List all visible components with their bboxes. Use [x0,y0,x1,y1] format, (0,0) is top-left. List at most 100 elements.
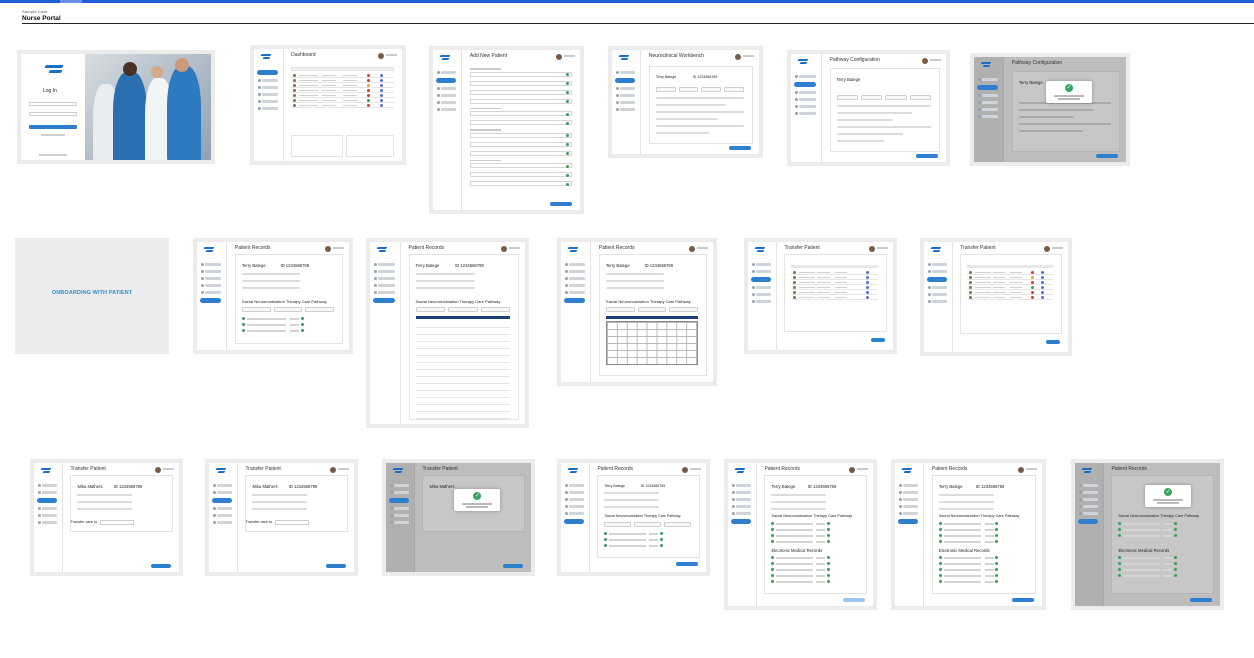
nav-item[interactable] [752,293,771,296]
form-field[interactable] [469,98,572,104]
nav-item[interactable] [977,101,999,104]
nav-item[interactable] [374,277,395,280]
form-field[interactable] [469,80,572,86]
tab[interactable] [836,95,858,100]
table-row[interactable] [791,295,878,300]
save-pathway-button[interactable] [1096,154,1118,158]
list-item[interactable] [938,568,1027,571]
list-item[interactable] [604,532,691,535]
form-field[interactable] [469,71,572,77]
nav-item[interactable] [200,263,222,266]
nav-item[interactable] [898,512,919,515]
nav-item[interactable] [436,94,457,97]
nav-item[interactable] [200,291,222,294]
transfer-button[interactable] [151,564,171,568]
nav-item[interactable] [731,519,751,524]
form-field[interactable] [469,163,572,169]
form-field[interactable] [469,89,572,95]
list-item[interactable] [938,562,1027,565]
tab[interactable] [241,307,271,312]
list-item[interactable] [241,329,334,332]
avatar[interactable] [155,467,161,473]
nav-item[interactable] [564,291,586,294]
nav-item[interactable] [200,270,222,273]
nav-item[interactable] [928,293,947,296]
nav-item[interactable] [212,498,232,503]
form-field[interactable] [469,120,572,126]
nav-item[interactable] [436,108,457,111]
nav-item[interactable] [213,491,232,494]
nav-item[interactable] [200,298,222,303]
list-item[interactable] [771,540,858,543]
avatar[interactable] [869,246,875,252]
tab[interactable] [664,522,692,527]
list-item[interactable] [938,522,1027,525]
nav-item[interactable] [258,79,278,82]
save-pathway-button[interactable] [916,154,938,158]
nav-item[interactable] [752,300,771,303]
list-item[interactable] [938,540,1027,543]
nav-item[interactable] [390,521,409,524]
form-field[interactable] [469,141,572,147]
nav-item[interactable] [615,71,636,74]
nav-item[interactable] [927,277,947,282]
list-item[interactable] [1118,522,1205,525]
next-button[interactable] [871,338,885,342]
list-item[interactable] [771,528,858,531]
nav-item[interactable] [1079,505,1098,508]
avatar[interactable] [325,246,331,252]
form-field[interactable] [469,181,572,187]
nav-item[interactable] [751,277,771,282]
list-item[interactable] [604,544,691,547]
avatar[interactable] [501,246,507,252]
tab[interactable] [669,307,699,312]
transfer-button[interactable] [326,564,346,568]
login-button[interactable] [29,125,77,129]
nav-item[interactable] [38,507,57,510]
list-item[interactable] [771,574,858,577]
tab[interactable] [885,95,907,100]
tab[interactable] [678,87,699,92]
tab[interactable] [724,87,744,92]
nav-item[interactable] [1079,512,1098,515]
nav-item[interactable] [977,85,999,90]
transfer-button[interactable] [503,564,523,568]
avatar[interactable] [378,53,384,59]
list-item[interactable] [771,522,858,525]
table-row[interactable] [967,295,1053,300]
nav-item[interactable] [390,514,409,517]
nav-item[interactable] [436,78,457,83]
list-item[interactable] [771,534,858,537]
nav-item[interactable] [38,521,57,524]
avatar[interactable] [682,467,688,473]
nav-item[interactable] [213,514,232,517]
form-field[interactable] [469,150,572,156]
list-item[interactable] [771,562,858,565]
nav-item[interactable] [374,284,395,287]
nav-item[interactable] [564,519,584,524]
avatar[interactable] [735,54,741,60]
nav-item[interactable] [564,277,586,280]
tab[interactable] [605,307,635,312]
forgot-password-link[interactable] [41,134,65,136]
nav-item[interactable] [615,94,636,97]
tab[interactable] [655,87,676,92]
transfer-care-select[interactable] [275,520,310,525]
nav-item[interactable] [213,507,232,510]
nav-item[interactable] [389,498,409,503]
nav-item[interactable] [565,512,584,515]
avatar[interactable] [1018,467,1024,473]
nav-item[interactable] [213,484,232,487]
nav-item[interactable] [200,277,222,280]
nav-item[interactable] [436,101,457,104]
nav-item[interactable] [928,263,947,266]
nav-item[interactable] [752,270,771,273]
nav-item[interactable] [615,78,636,83]
nav-item[interactable] [795,91,816,94]
nav-item[interactable] [1078,519,1098,524]
nav-item[interactable] [38,484,57,487]
nav-item[interactable] [794,82,816,87]
nav-item[interactable] [732,498,751,501]
list-item[interactable] [938,556,1027,559]
nav-item[interactable] [390,484,409,487]
